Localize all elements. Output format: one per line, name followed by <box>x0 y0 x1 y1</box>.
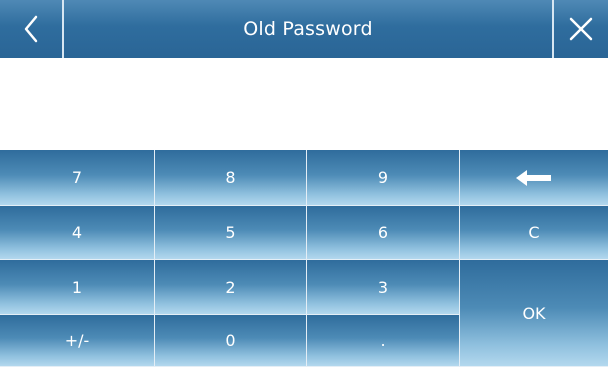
key-8[interactable]: 8 <box>155 150 307 206</box>
key-1[interactable]: 1 <box>0 260 155 315</box>
key-4[interactable]: 4 <box>0 206 155 260</box>
key-9[interactable]: 9 <box>307 150 460 206</box>
plus-minus-key[interactable]: +/- <box>0 315 155 367</box>
backspace-button[interactable] <box>460 150 608 206</box>
clear-button[interactable]: C <box>460 206 608 260</box>
backspace-arrow-icon <box>516 169 551 186</box>
header-bar: Old Password <box>0 0 608 58</box>
decimal-key[interactable]: . <box>307 315 460 367</box>
key-3[interactable]: 3 <box>307 260 460 315</box>
close-button[interactable] <box>552 0 608 58</box>
back-button[interactable] <box>0 0 64 58</box>
key-6[interactable]: 6 <box>307 206 460 260</box>
password-keypad-screen: Old Password 7 8 9 4 5 6 C 1 2 3 OK +/- … <box>0 0 608 367</box>
chevron-left-icon <box>24 15 38 43</box>
numeric-keypad: 7 8 9 4 5 6 C 1 2 3 OK +/- 0 . <box>0 150 608 367</box>
key-7[interactable]: 7 <box>0 150 155 206</box>
key-2[interactable]: 2 <box>155 260 307 315</box>
page-title: Old Password <box>243 18 373 40</box>
key-0[interactable]: 0 <box>155 315 307 367</box>
key-5[interactable]: 5 <box>155 206 307 260</box>
ok-button[interactable]: OK <box>460 260 608 367</box>
password-input-display[interactable] <box>0 58 608 150</box>
close-icon <box>569 17 593 41</box>
